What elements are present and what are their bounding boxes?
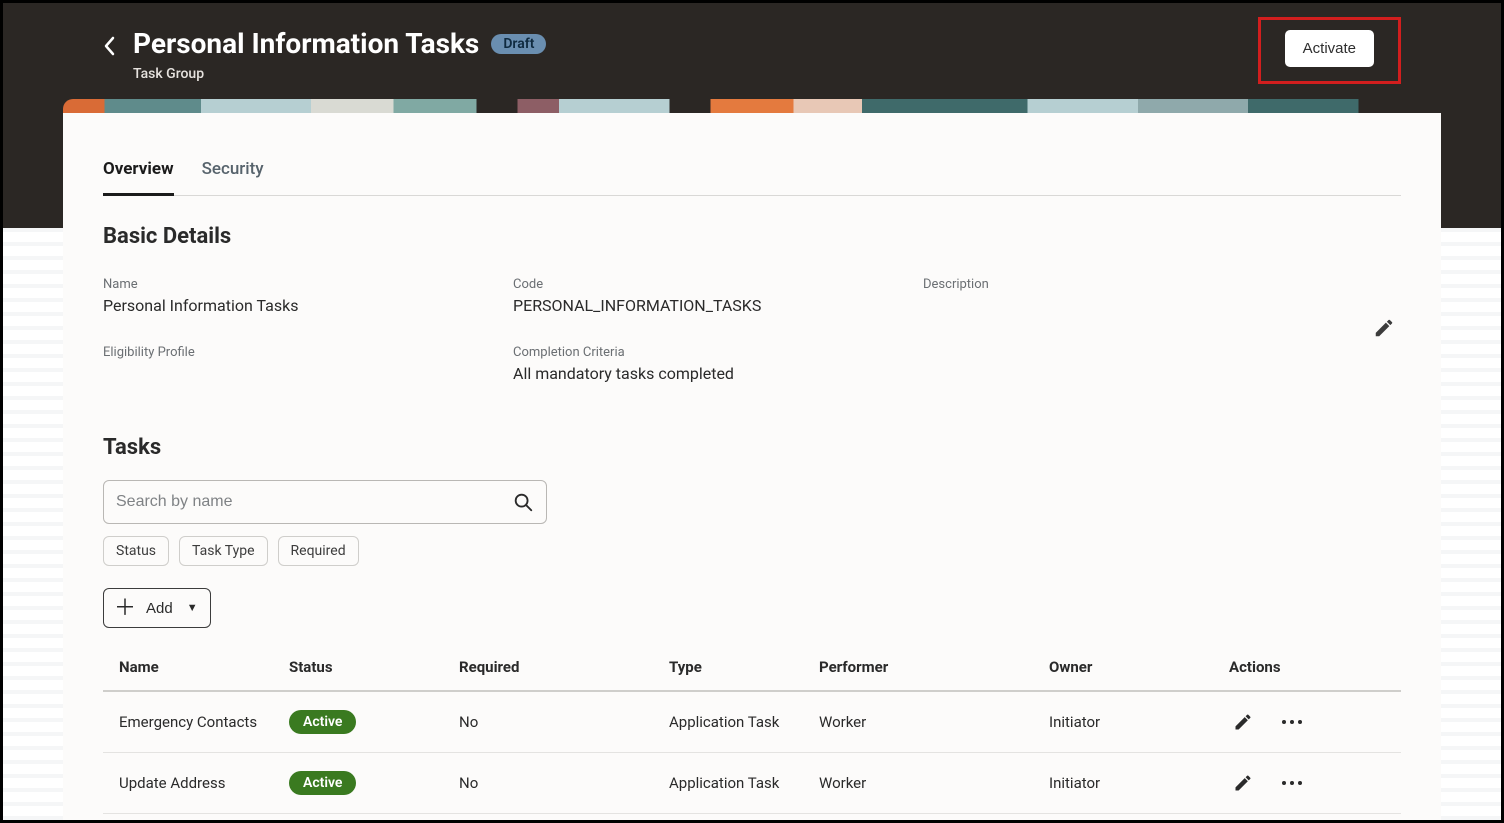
filter-chip-task-type[interactable]: Task Type [179,536,268,566]
cell-name: Update Address [103,753,273,814]
cell-name: Upload Photo [103,814,273,821]
cell-status: Active [273,814,443,821]
row-more-button[interactable] [1277,775,1307,791]
col-header-owner: Owner [1033,646,1213,691]
name-label: Name [103,277,513,292]
table-row: Update Address Active NoApplication TaskWo… [103,753,1401,814]
chevron-down-icon: ▼ [187,602,198,614]
col-header-required: Required [443,646,653,691]
cell-performer: Worker [803,691,1033,753]
col-header-actions: Actions [1213,646,1401,691]
pencil-icon [1373,317,1395,339]
col-header-name: Name [103,646,273,691]
field-completion: Completion Criteria All mandatory tasks … [513,345,923,383]
cell-required: No [443,814,653,821]
code-value: PERSONAL_INFORMATION_TASKS [513,296,923,315]
cell-actions [1213,691,1401,753]
basic-details-heading: Basic Details [103,224,1401,249]
completion-value: All mandatory tasks completed [513,364,923,383]
cell-required: No [443,691,653,753]
field-name: Name Personal Information Tasks [103,277,513,315]
edit-details-button[interactable] [1367,311,1401,345]
col-header-performer: Performer [803,646,1033,691]
cell-performer: Worker [803,753,1033,814]
field-code: Code PERSONAL_INFORMATION_TASKS [513,277,923,315]
col-header-status: Status [273,646,443,691]
cell-owner: Initiator [1033,814,1213,821]
status-pill-active: Active [289,710,356,734]
cell-type: Application Task [653,691,803,753]
row-more-button[interactable] [1277,714,1307,730]
cell-owner: Initiator [1033,753,1213,814]
eligibility-label: Eligibility Profile [103,345,513,360]
back-icon[interactable] [103,35,117,57]
tasks-table: Name Status Required Type Performer Owne… [103,646,1401,820]
table-row: Emergency Contacts Active NoApplication Ta… [103,691,1401,753]
tasks-heading: Tasks [103,435,1401,460]
name-value: Personal Information Tasks [103,296,513,315]
status-badge-draft: Draft [491,34,546,54]
completion-label: Completion Criteria [513,345,923,360]
pencil-icon [1233,712,1253,732]
field-description: Description [923,277,1401,315]
tab-overview[interactable]: Overview [103,151,174,196]
cell-owner: Initiator [1033,691,1213,753]
filter-chip-status[interactable]: Status [103,536,169,566]
tab-bar: Overview Security [103,151,1401,196]
code-label: Code [513,277,923,292]
more-icon [1281,779,1303,787]
cell-name: Emergency Contacts [103,691,273,753]
pencil-icon [1233,773,1253,793]
decorative-pattern [63,99,1441,113]
status-pill-active: Active [289,771,356,795]
add-task-button[interactable]: ＋ Add ▼ [103,588,211,628]
search-input[interactable] [116,493,512,511]
search-wrap[interactable] [103,480,547,524]
col-header-type: Type [653,646,803,691]
cell-actions [1213,814,1401,821]
filter-chip-required[interactable]: Required [278,536,359,566]
cell-type: Application Task [653,753,803,814]
more-icon [1281,718,1303,726]
page-subtitle: Task Group [133,66,546,82]
field-eligibility: Eligibility Profile [103,345,513,383]
cell-actions [1213,753,1401,814]
cell-required: No [443,753,653,814]
add-label: Add [146,600,173,617]
plus-icon: ＋ [114,597,136,619]
cell-status: Active [273,691,443,753]
row-edit-button[interactable] [1229,708,1257,736]
activate-button[interactable]: Activate [1285,30,1374,67]
main-card: Overview Security Basic Details Name Per… [63,113,1441,820]
cell-performer: Worker [803,814,1033,821]
search-icon [512,491,534,513]
description-label: Description [923,277,1401,292]
table-row: Upload PhotoActiveNoApplication TaskWork… [103,814,1401,821]
cell-status: Active [273,753,443,814]
tab-security[interactable]: Security [202,151,264,195]
activate-highlight: Activate [1258,17,1401,84]
row-edit-button[interactable] [1229,769,1257,797]
cell-type: Application Task [653,814,803,821]
page-title: Personal Information Tasks [133,27,479,60]
